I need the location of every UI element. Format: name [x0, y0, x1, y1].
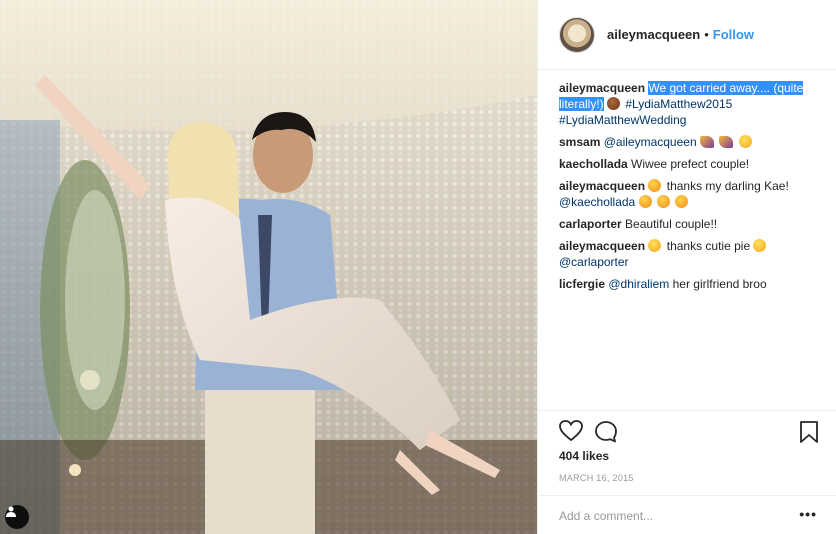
- post-header: aileymacqueen • Follow: [538, 0, 836, 70]
- grinning-face-icon: [738, 135, 752, 148]
- list-item: aileymacqueen thanks cutie pie @carlapor…: [559, 238, 827, 270]
- comments-list: aileymacqueen We got carried away.... (q…: [559, 80, 827, 298]
- party-popper-icon: [699, 136, 714, 148]
- list-item: licfergie @dhiraliem her girlfriend broo: [559, 276, 827, 292]
- follow-button[interactable]: Follow: [713, 27, 754, 42]
- post-side-panel: aileymacqueen • Follow aileymacqueen We …: [537, 0, 836, 534]
- list-item: smsam @aileymacqueen: [559, 134, 827, 150]
- yum-face-icon: [675, 195, 689, 208]
- winking-tongue-face-icon: [648, 179, 662, 192]
- list-item: aileymacqueen thanks my darling Kae! @ka…: [559, 178, 827, 210]
- more-options-button[interactable]: •••: [799, 506, 817, 522]
- comment-username[interactable]: carlaporter: [559, 217, 622, 231]
- comment-mention[interactable]: @carlaporter: [559, 255, 629, 269]
- header-username[interactable]: aileymacqueen: [607, 27, 700, 42]
- comment-text: her girlfriend broo: [672, 277, 767, 291]
- post-date[interactable]: MARCH 16, 2015: [559, 473, 634, 483]
- comment-text: Wiwee prefect couple!: [631, 157, 750, 171]
- comment-text: thanks my darling Kae!: [666, 179, 789, 193]
- grinning-face-icon: [753, 239, 767, 252]
- likes-count[interactable]: 404 likes: [559, 449, 609, 463]
- comment-username[interactable]: smsam: [559, 135, 600, 149]
- comment-text: thanks cutie pie: [666, 239, 751, 253]
- comment-mention[interactable]: @aileymacqueen: [604, 135, 697, 149]
- bride-emoji-icon: [607, 97, 621, 110]
- comment-username[interactable]: licfergie: [559, 277, 605, 291]
- heart-icon[interactable]: [559, 420, 583, 447]
- caption: aileymacqueen We got carried away.... (q…: [559, 80, 827, 128]
- comment-username[interactable]: kaechollada: [559, 157, 628, 171]
- yum-face-icon: [656, 195, 670, 208]
- list-item: carlaporter Beautiful couple!!: [559, 216, 827, 232]
- post-actions: 404 likes MARCH 16, 2015 •••: [538, 410, 836, 534]
- caption-username[interactable]: aileymacqueen: [559, 81, 645, 95]
- avatar[interactable]: [559, 16, 595, 53]
- comment-username[interactable]: aileymacqueen: [559, 179, 645, 193]
- smiling-face-icon: [648, 239, 662, 252]
- comment-icon[interactable]: [594, 420, 618, 449]
- user-tag-icon[interactable]: [5, 505, 29, 529]
- wedding-photo-illustration: [0, 0, 537, 534]
- party-popper-icon: [719, 136, 734, 148]
- comment-mention[interactable]: @kaechollada: [559, 195, 635, 209]
- list-item: kaechollada Wiwee prefect couple!: [559, 156, 827, 172]
- header-separator: •: [704, 27, 709, 42]
- yum-face-icon: [638, 195, 652, 208]
- add-comment-bar: •••: [538, 495, 836, 534]
- comment-mention[interactable]: @dhiraliem: [608, 277, 669, 291]
- post-photo[interactable]: [0, 0, 537, 534]
- hashtag-link[interactable]: #LydiaMatthew2015: [625, 97, 732, 111]
- hashtag-link[interactable]: #LydiaMatthewWedding: [559, 113, 686, 127]
- comment-input[interactable]: [559, 506, 779, 526]
- bookmark-icon[interactable]: [799, 420, 819, 449]
- comment-username[interactable]: aileymacqueen: [559, 239, 645, 253]
- comment-text: Beautiful couple!!: [625, 217, 718, 231]
